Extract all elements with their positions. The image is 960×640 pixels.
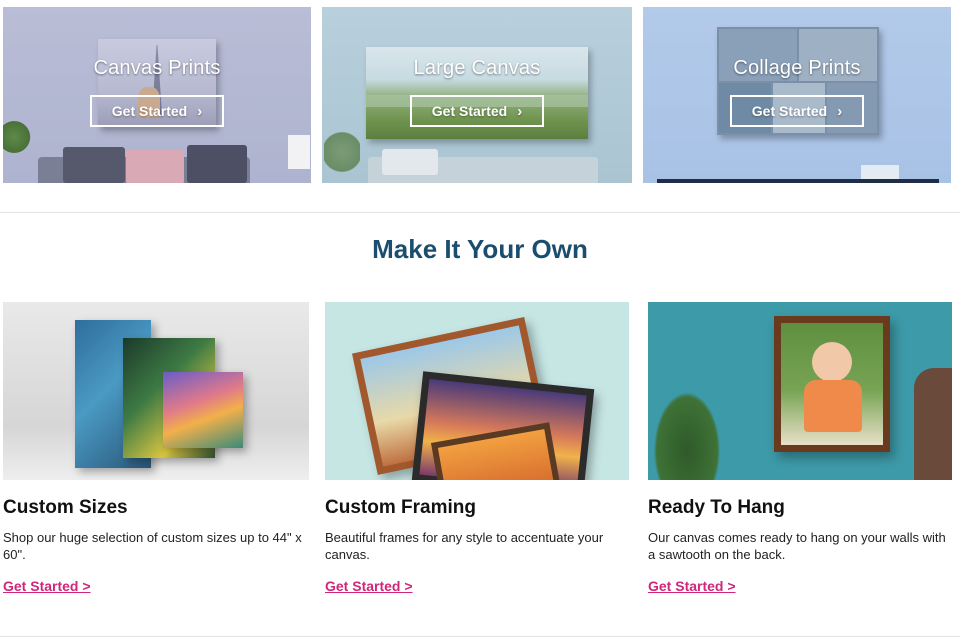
feature-card-custom-sizes: Custom Sizes Shop our huge selection of … (3, 302, 309, 594)
get-started-link[interactable]: Get Started > (648, 578, 736, 594)
feature-image-custom-sizes (3, 302, 309, 480)
get-started-button[interactable]: Get Started › (410, 95, 544, 127)
console-table (657, 179, 939, 183)
feature-card-custom-framing: Custom Framing Beautiful frames for any … (325, 302, 629, 594)
frame-photo (774, 316, 890, 452)
feature-title: Ready To Hang (648, 497, 785, 518)
hero-title: Canvas Prints (93, 57, 221, 79)
feature-image-custom-framing (325, 302, 629, 480)
plant (324, 122, 360, 182)
pillow-white (382, 149, 438, 175)
chevron-right-icon: › (837, 102, 843, 120)
plant (3, 117, 31, 157)
hero-tile-large-canvas[interactable]: Large Canvas Get Started › (322, 7, 632, 183)
cta-label: Get Started (431, 103, 508, 119)
plant (648, 382, 726, 480)
section-title: Make It Your Own (372, 234, 588, 264)
section-divider (0, 212, 960, 213)
cta-label: Get Started (751, 103, 828, 119)
feature-image-ready-to-hang (648, 302, 952, 480)
get-started-button[interactable]: Get Started › (90, 95, 224, 127)
cta-label: Get Started (111, 103, 188, 119)
hero-tile-canvas-prints[interactable]: Canvas Prints Get Started › (3, 7, 311, 183)
person (914, 368, 952, 480)
feature-description: Our canvas comes ready to hang on your w… (648, 530, 946, 562)
feature-title: Custom Sizes (3, 497, 128, 518)
get-started-button[interactable]: Get Started › (730, 95, 864, 127)
bottom-divider (0, 636, 960, 637)
lamp (288, 135, 310, 169)
pillow-gray (63, 147, 125, 183)
hero-tile-collage-prints[interactable]: Collage Prints Get Started › (643, 7, 951, 183)
feature-description: Shop our huge selection of custom sizes … (3, 530, 302, 562)
get-started-link[interactable]: Get Started > (3, 578, 91, 594)
pillow-pink (126, 150, 184, 183)
get-started-link[interactable]: Get Started > (325, 578, 413, 594)
feature-title: Custom Framing (325, 497, 476, 518)
decor-box (861, 165, 899, 179)
chevron-right-icon: › (517, 102, 523, 120)
chevron-right-icon: › (197, 102, 203, 120)
feature-description: Beautiful frames for any style to accent… (325, 530, 604, 562)
canvas-small (163, 372, 243, 448)
pillow-dark (187, 145, 247, 183)
feature-card-ready-to-hang: Ready To Hang Our canvas comes ready to … (648, 302, 952, 594)
hero-title: Large Canvas (413, 57, 541, 79)
hero-title: Collage Prints (733, 57, 861, 79)
